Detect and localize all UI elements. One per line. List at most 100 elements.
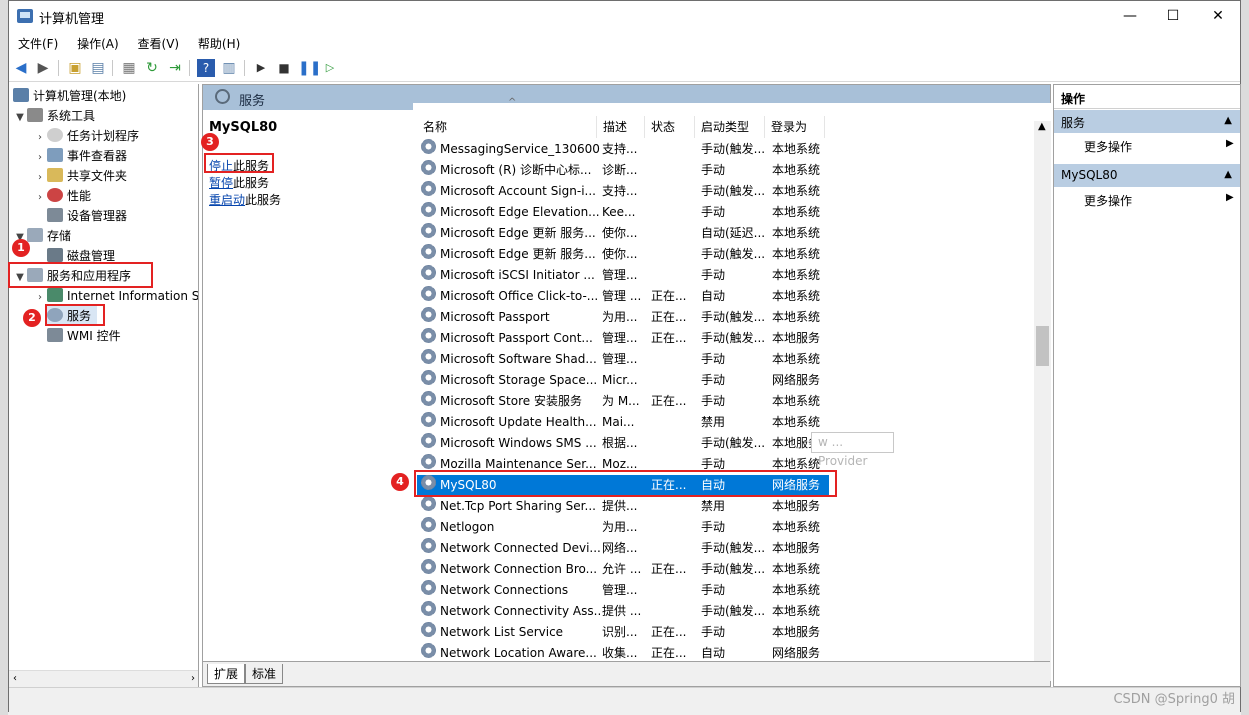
column-startup-type[interactable]: 启动类型 — [695, 116, 765, 138]
menu-action[interactable]: 操作(A) — [68, 32, 125, 52]
stop-service-link[interactable]: 停止 — [209, 159, 233, 173]
back-icon[interactable]: ◀ — [12, 59, 30, 77]
table-row[interactable]: Microsoft Office Click-to-... 管理 ... 正在...… — [417, 286, 829, 307]
show-hide-tree-icon[interactable]: ▤ — [89, 59, 107, 77]
cell-logon: 本地系统 — [772, 184, 821, 198]
tree-services[interactable]: 服务 — [47, 306, 98, 326]
collapse-icon[interactable]: ▲ — [1224, 115, 1232, 126]
table-row[interactable]: Microsoft Passport 为用... 正在... 手动(触发... 本地系统 — [417, 307, 829, 328]
table-row[interactable]: Mozilla Maintenance Ser... Moz... 手动 本地系统 — [417, 454, 829, 475]
cell-logon: 网络服务 — [772, 478, 821, 492]
chevron-right-icon[interactable]: › — [33, 128, 47, 148]
tree-horizontal-scrollbar[interactable]: ‹ › — [9, 670, 198, 687]
cell-startup: 手动(触发... — [701, 436, 766, 450]
properties-icon[interactable]: ▦ — [120, 59, 138, 77]
menu-file[interactable]: 文件(F) — [9, 32, 64, 52]
cell-logon: 本地系统 — [772, 142, 821, 156]
tree-iis[interactable]: › Internet Information S — [33, 286, 198, 308]
tree-device-manager[interactable]: 设备管理器 — [47, 206, 127, 226]
tree-root[interactable]: 计算机管理(本地) — [13, 86, 126, 106]
annotation-badge-4: 4 — [391, 473, 409, 491]
table-row[interactable]: Microsoft Software Shad... 管理... 手动 本地系统 — [417, 349, 829, 370]
table-row[interactable]: Microsoft Account Sign-i... 支持... 手动(触发...… — [417, 181, 829, 202]
table-row[interactable]: Microsoft Storage Space... Micr... 手动 网络服务 — [417, 370, 829, 391]
cell-status: 正在... — [651, 310, 687, 324]
cell-status: 正在... — [651, 625, 687, 639]
cell-status: 正在... — [651, 394, 687, 408]
tree-event-viewer[interactable]: › 事件查看器 — [33, 146, 127, 166]
actions-section-mysql80[interactable]: MySQL80 ▲ — [1054, 164, 1240, 187]
cell-desc: 为用... — [602, 520, 638, 534]
scroll-left-icon[interactable]: ‹ — [13, 673, 17, 684]
table-row[interactable]: Microsoft (R) 诊断中心标... 诊断... 手动 本地系统 — [417, 160, 829, 181]
collapse-icon[interactable]: ▲ — [1224, 169, 1232, 180]
cell-name: Microsoft Update Health... — [440, 415, 597, 429]
stop-service-icon[interactable]: ■ — [275, 59, 293, 77]
tree-task-scheduler[interactable]: › 任务计划程序 — [33, 126, 139, 146]
more-actions-mysql80[interactable]: 更多操作 ▶ — [1084, 192, 1234, 209]
column-status[interactable]: 状态 — [645, 116, 695, 138]
table-row[interactable]: Microsoft Edge 更新 服务... 使你... 自动(延迟... 本地系统 — [417, 223, 829, 244]
chevron-down-icon[interactable]: ▼ — [13, 108, 27, 128]
table-row[interactable]: Network Connectivity Ass... 提供 ... 手动(触发..… — [417, 601, 829, 622]
tab-standard[interactable]: 标准 — [245, 664, 284, 684]
more-actions-services[interactable]: 更多操作 ▶ — [1084, 138, 1234, 155]
pause-service-icon[interactable]: ❚❚ — [298, 59, 321, 77]
export-list-icon[interactable]: ⇥ — [166, 59, 184, 77]
action-pane-icon[interactable]: ▥ — [220, 59, 238, 77]
column-description[interactable]: 描述 — [597, 116, 645, 138]
chevron-right-icon[interactable]: › — [33, 188, 47, 208]
close-button[interactable]: ✕ — [1195, 1, 1241, 32]
table-row[interactable]: Netlogon 为用... 手动 本地系统 — [417, 517, 829, 538]
tree-performance[interactable]: › 性能 — [33, 186, 91, 206]
start-service-icon[interactable]: ▶ — [252, 59, 270, 77]
scroll-thumb[interactable] — [1036, 326, 1049, 366]
menu-help[interactable]: 帮助(H) — [189, 32, 246, 52]
chevron-right-icon[interactable]: › — [33, 168, 47, 188]
table-row[interactable]: Network Connections 管理... 手动 本地系统 — [417, 580, 829, 601]
table-row[interactable]: Microsoft iSCSI Initiator ... 管理... 手动 本地系统 — [417, 265, 829, 286]
cell-logon: 本地服务 — [772, 625, 821, 639]
tree-services-apps[interactable]: ▼ 服务和应用程序 — [13, 266, 131, 286]
maximize-button[interactable]: ☐ — [1150, 1, 1196, 32]
tree-disk-management[interactable]: 磁盘管理 — [47, 246, 115, 266]
table-row[interactable]: Microsoft Edge 更新 服务... 使你... 手动(触发... 本地系统 — [417, 244, 829, 265]
scroll-up-icon[interactable]: ▲ — [1038, 121, 1046, 132]
table-row[interactable]: MessagingService_130600 支持... 手动(触发... 本地系统 — [417, 139, 829, 160]
tree-system-tools[interactable]: ▼ 系统工具 — [13, 106, 95, 126]
chevron-down-icon[interactable]: ▼ — [13, 268, 27, 288]
restart-service-link[interactable]: 重启动 — [209, 193, 245, 207]
services-vertical-scrollbar[interactable]: ▲ ▼ — [1034, 121, 1051, 681]
minimize-button[interactable]: — — [1107, 1, 1153, 32]
table-row[interactable]: Net.Tcp Port Sharing Ser... 提供... 禁用 本地服务 — [417, 496, 829, 517]
table-row[interactable]: Network Connected Devi... 网络... 手动(触发... 本地… — [417, 538, 829, 559]
scroll-right-icon[interactable]: › — [191, 673, 195, 684]
table-row[interactable]: Network List Service 识别... 正在... 手动 本地服务 — [417, 622, 829, 643]
pause-service-link[interactable]: 暂停 — [209, 176, 233, 190]
table-row[interactable]: MySQL80 正在... 自动 网络服务 — [417, 475, 829, 496]
forward-icon[interactable]: ▶ — [34, 59, 52, 77]
table-row[interactable]: Microsoft Edge Elevation... Kee... 手动 本地系统 — [417, 202, 829, 223]
annotation-badge-2: 2 — [23, 309, 41, 327]
restart-service-icon[interactable]: ▷ — [321, 59, 339, 77]
table-row[interactable]: Microsoft Passport Cont... 管理... 正在... 手动(触… — [417, 328, 829, 349]
chevron-right-icon[interactable]: › — [33, 288, 47, 308]
tree-shared-folders[interactable]: › 共享文件夹 — [33, 166, 127, 186]
table-row[interactable]: Microsoft Windows SMS ... 根据... 手动(触发... 本地… — [417, 433, 829, 454]
help-icon[interactable]: ? — [197, 59, 215, 77]
cell-desc: 支持... — [602, 142, 638, 156]
tab-extended[interactable]: 扩展 — [207, 664, 246, 684]
table-row[interactable]: Microsoft Update Health... Mai... 禁用 本地系统 — [417, 412, 829, 433]
actions-section-services[interactable]: 服务 ▲ — [1054, 110, 1240, 133]
table-row[interactable]: Network Connection Bro... 允许 ... 正在... 手动(触… — [417, 559, 829, 580]
column-logon-as[interactable]: 登录为 — [765, 116, 825, 138]
chevron-right-icon[interactable]: › — [33, 148, 47, 168]
shared-folder-icon — [47, 168, 63, 182]
cell-name: Microsoft Edge Elevation... — [440, 205, 600, 219]
menu-view[interactable]: 查看(V) — [129, 32, 186, 52]
tree-wmi[interactable]: WMI 控件 — [47, 326, 121, 346]
table-row[interactable]: Microsoft Store 安装服务 为 M... 正在... 手动 本地系统 — [417, 391, 829, 412]
up-folder-icon[interactable]: ▣ — [66, 59, 84, 77]
refresh-icon[interactable]: ↻ — [143, 59, 161, 77]
column-name[interactable]: 名称 — [417, 116, 597, 138]
